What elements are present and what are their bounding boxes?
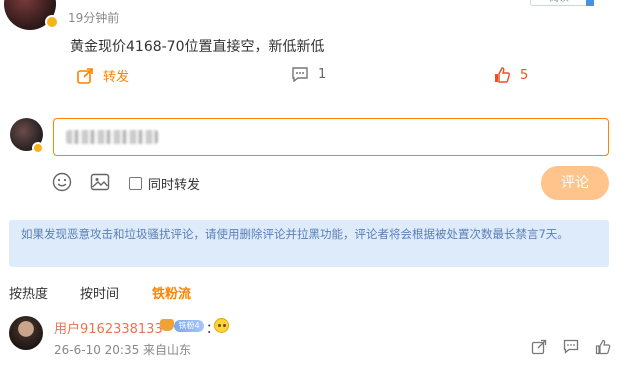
checkbox-box[interactable] — [129, 177, 142, 190]
submit-comment-button[interactable]: 评论 — [541, 166, 609, 200]
tab-sort-time[interactable]: 按时间 — [80, 283, 119, 302]
emoji-button[interactable] — [52, 172, 72, 196]
comment-like-button[interactable] — [595, 339, 611, 359]
comment-icon — [291, 66, 309, 82]
thumb-up-icon — [595, 339, 611, 355]
verified-badge-icon — [45, 15, 59, 29]
comment-icon — [563, 339, 579, 354]
tab-sort-fans[interactable]: 铁粉流 — [152, 283, 191, 302]
comment-share-button[interactable] — [531, 339, 547, 359]
comment-button[interactable]: 1 — [291, 66, 326, 82]
emoji-icon — [52, 172, 72, 192]
verified-badge-icon — [32, 142, 44, 154]
read-button-accent — [586, 0, 594, 6]
like-count: 5 — [520, 67, 529, 83]
like-button[interactable]: 5 — [493, 66, 528, 84]
comment-count: 1 — [318, 66, 327, 82]
repost-button[interactable]: 转发 — [76, 66, 129, 85]
fan-crown-icon — [160, 319, 174, 331]
smile-emoji-icon — [214, 318, 229, 333]
sync-repost-label: 同时转发 — [148, 178, 201, 193]
image-button[interactable] — [90, 173, 110, 195]
thumb-up-icon — [493, 66, 511, 84]
commenter-username[interactable]: 用户9162338133 — [54, 318, 163, 337]
commenter-avatar[interactable] — [9, 316, 43, 350]
post-time: 19分钟前 — [68, 11, 120, 25]
comment-reply-button[interactable] — [563, 339, 579, 358]
comment-input-text — [66, 130, 158, 144]
share-icon — [531, 339, 547, 355]
read-button[interactable]: 阅读 — [530, 0, 588, 6]
share-icon — [76, 67, 94, 85]
image-icon — [90, 173, 110, 191]
comment-meta: 26-6-10 20:35 来自山东 — [54, 343, 192, 357]
comment-input[interactable] — [53, 118, 609, 156]
tab-sort-hot[interactable]: 按热度 — [9, 283, 48, 302]
moderation-notice: 如果发现恶意攻击和垃圾骚扰评论，请使用删除评论并拉黑功能，评论者将会根据被处置次… — [9, 220, 609, 267]
sync-repost-checkbox[interactable]: 同时转发 — [129, 174, 200, 193]
fan-level-badge: 铁粉4 — [174, 320, 204, 332]
repost-label: 转发 — [103, 70, 130, 85]
post-content: 黄金现价4168-70位置直接空，新低新低 — [70, 39, 325, 55]
